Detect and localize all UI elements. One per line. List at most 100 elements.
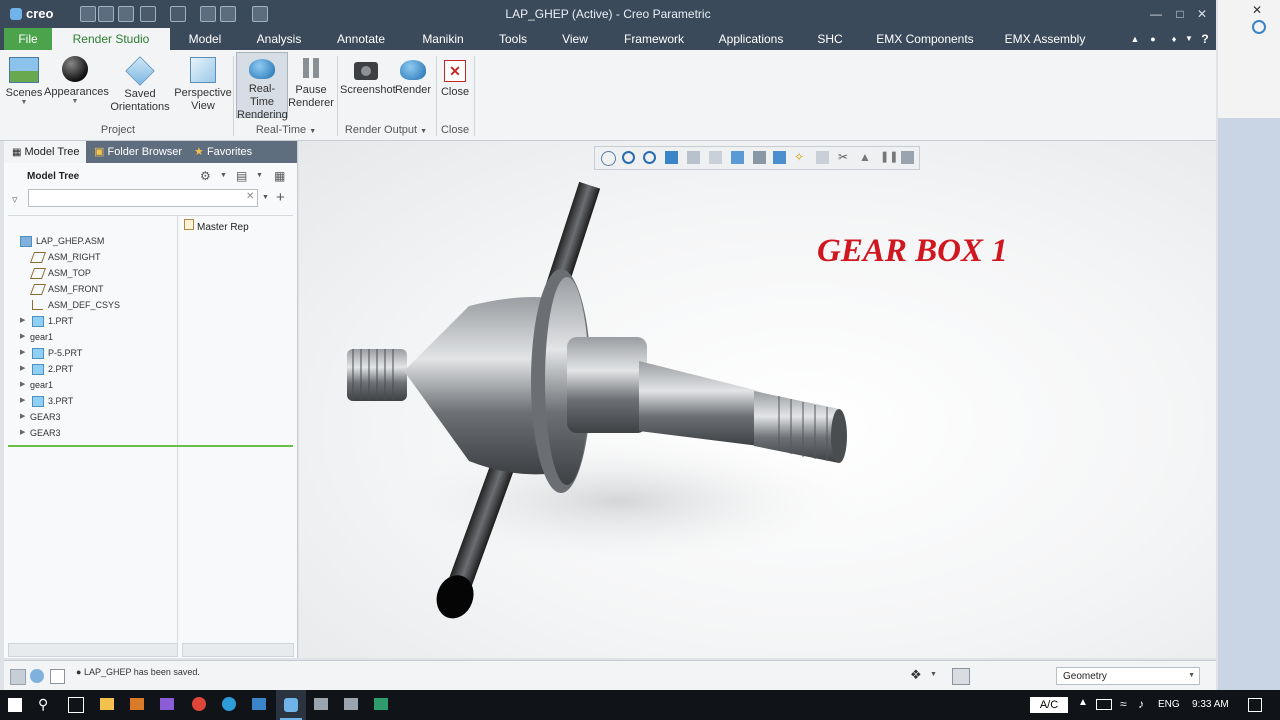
- tab-file[interactable]: File: [4, 28, 52, 50]
- selection-filter-dropdown[interactable]: Geometry ▼: [1056, 667, 1200, 685]
- chevron-down-icon[interactable]: ▼: [1184, 28, 1194, 50]
- collapse-ribbon-icon[interactable]: ▲: [1128, 28, 1142, 50]
- gearbox-model[interactable]: [299, 141, 1216, 658]
- insert-indicator[interactable]: [8, 445, 293, 447]
- appearances-button[interactable]: Appearances ▼: [44, 54, 109, 105]
- datum-plane-icon: [29, 284, 47, 295]
- horizontal-scrollbar[interactable]: [182, 643, 294, 657]
- group-realtime-label[interactable]: Real-Time ▼: [236, 124, 336, 136]
- visual-studio-icon[interactable]: [160, 698, 174, 710]
- expand-triangle-icon[interactable]: ▶: [20, 425, 25, 441]
- tree-columns-icon[interactable]: ▦: [274, 169, 285, 183]
- realtime-rendering-button[interactable]: Real-Time Rendering: [236, 52, 288, 121]
- chrome-icon[interactable]: [192, 697, 206, 711]
- selection-filter-icon[interactable]: [952, 668, 970, 685]
- volume-icon[interactable]: ♪: [1138, 697, 1144, 711]
- tab-annotate[interactable]: Annotate: [326, 28, 396, 50]
- save-icon[interactable]: [118, 6, 134, 22]
- pause-renderer-button[interactable]: Pause Renderer: [288, 54, 334, 110]
- expand-triangle-icon[interactable]: ▶: [20, 313, 25, 329]
- tab-favorites[interactable]: ★ Favorites: [190, 141, 270, 163]
- tab-framework[interactable]: Framework: [614, 28, 694, 50]
- minimize-button[interactable]: —: [1146, 5, 1166, 23]
- close-studio-button[interactable]: ✕ Close: [438, 54, 472, 98]
- scenes-button[interactable]: Scenes ▼: [4, 54, 44, 106]
- full-screen-icon[interactable]: [50, 669, 65, 684]
- expand-triangle-icon[interactable]: ▶: [20, 345, 25, 361]
- battery-icon[interactable]: [1096, 699, 1112, 710]
- tab-render-studio[interactable]: Render Studio: [52, 28, 170, 50]
- clock[interactable]: 9:33 AM: [1192, 699, 1229, 710]
- horizontal-scrollbar[interactable]: [8, 643, 178, 657]
- add-icon[interactable]: +: [276, 189, 285, 206]
- chevron-down-icon[interactable]: ▼: [256, 172, 263, 179]
- chevron-down-icon[interactable]: ▼: [262, 194, 269, 201]
- render-button[interactable]: Render: [394, 54, 432, 96]
- mail-icon[interactable]: [252, 698, 266, 710]
- expand-triangle-icon[interactable]: ▶: [20, 361, 25, 377]
- group-render-output-text: Render Output: [344, 124, 418, 136]
- tree-settings-icon[interactable]: ⚙: [200, 169, 211, 183]
- windows-icon[interactable]: [220, 6, 236, 22]
- windows-start-icon[interactable]: [8, 698, 22, 712]
- message-log-icon[interactable]: [10, 669, 26, 685]
- group-project-label: Project: [100, 124, 136, 136]
- tab-model-tree[interactable]: ▦ Model Tree: [4, 141, 86, 163]
- chevron-down-icon[interactable]: ▼: [220, 172, 227, 179]
- close-icon[interactable]: ✕: [1252, 3, 1262, 17]
- wifi-icon[interactable]: ≈: [1120, 697, 1127, 711]
- close-button[interactable]: ✕: [1192, 5, 1212, 23]
- tab-applications[interactable]: Applications: [710, 28, 792, 50]
- edge-icon[interactable]: [222, 697, 236, 711]
- media-app-icon[interactable]: [130, 698, 144, 710]
- tab-emx-assembly[interactable]: EMX Assembly: [998, 28, 1092, 50]
- show-icon[interactable]: ▤: [236, 169, 247, 183]
- chevron-up-icon[interactable]: ▲: [1078, 697, 1088, 708]
- web-browser-icon[interactable]: [30, 669, 44, 683]
- expand-triangle-icon[interactable]: ▶: [20, 377, 25, 393]
- file-explorer-icon[interactable]: [100, 698, 114, 710]
- tab-view[interactable]: View: [552, 28, 598, 50]
- app-icon[interactable]: [374, 698, 388, 710]
- filter-icon[interactable]: ▿: [12, 193, 18, 206]
- screenshot-button[interactable]: Screenshot: [340, 54, 396, 96]
- browser-icon[interactable]: [1252, 20, 1266, 34]
- tree-search-input[interactable]: [28, 189, 258, 207]
- help-icon[interactable]: ?: [1198, 28, 1212, 50]
- group-render-output-label[interactable]: Render Output ▼: [340, 124, 432, 136]
- tab-tools[interactable]: Tools: [490, 28, 536, 50]
- search-icon[interactable]: ⚲: [38, 696, 48, 713]
- redo-icon[interactable]: [170, 6, 186, 22]
- tab-shc[interactable]: SHC: [810, 28, 850, 50]
- tab-model[interactable]: Model: [178, 28, 232, 50]
- undo-icon[interactable]: [140, 6, 156, 22]
- graphics-window[interactable]: ✧ ✂ ▲ ❚❚ GEAR BOX 1: [299, 141, 1216, 658]
- close-window-icon[interactable]: [252, 6, 268, 22]
- chevron-down-icon[interactable]: ▼: [930, 671, 937, 678]
- clear-search-icon[interactable]: ✕: [246, 191, 254, 202]
- expand-triangle-icon[interactable]: ▶: [20, 393, 25, 409]
- tab-analysis[interactable]: Analysis: [246, 28, 312, 50]
- regenerate-icon[interactable]: [200, 6, 216, 22]
- maximize-button[interactable]: □: [1170, 5, 1190, 23]
- saved-orientations-button[interactable]: Saved Orientations: [106, 54, 174, 114]
- tab-emx-components[interactable]: EMX Components: [866, 28, 984, 50]
- status-light-icon[interactable]: ●: [1146, 28, 1160, 50]
- new-file-icon[interactable]: [80, 6, 96, 22]
- find-binoculars-icon[interactable]: ❖: [910, 667, 922, 683]
- perspective-view-button[interactable]: Perspective View: [174, 54, 232, 113]
- task-view-icon[interactable]: [68, 697, 84, 713]
- customize-icon[interactable]: ♦: [1166, 28, 1182, 50]
- ac-indicator[interactable]: A/C: [1030, 697, 1068, 713]
- app-icon[interactable]: [344, 698, 358, 710]
- notifications-icon[interactable]: [1248, 698, 1262, 712]
- creo-taskbar-button[interactable]: [276, 690, 306, 720]
- column-header-master-rep[interactable]: Master Rep: [184, 219, 249, 233]
- app-icon[interactable]: [314, 698, 328, 710]
- tab-manikin[interactable]: Manikin: [412, 28, 474, 50]
- tab-folder-browser[interactable]: ▣ Folder Browser: [90, 141, 188, 163]
- open-file-icon[interactable]: [98, 6, 114, 22]
- expand-triangle-icon[interactable]: ▶: [20, 409, 25, 425]
- language-indicator[interactable]: ENG: [1158, 699, 1180, 710]
- expand-triangle-icon[interactable]: ▶: [20, 329, 25, 345]
